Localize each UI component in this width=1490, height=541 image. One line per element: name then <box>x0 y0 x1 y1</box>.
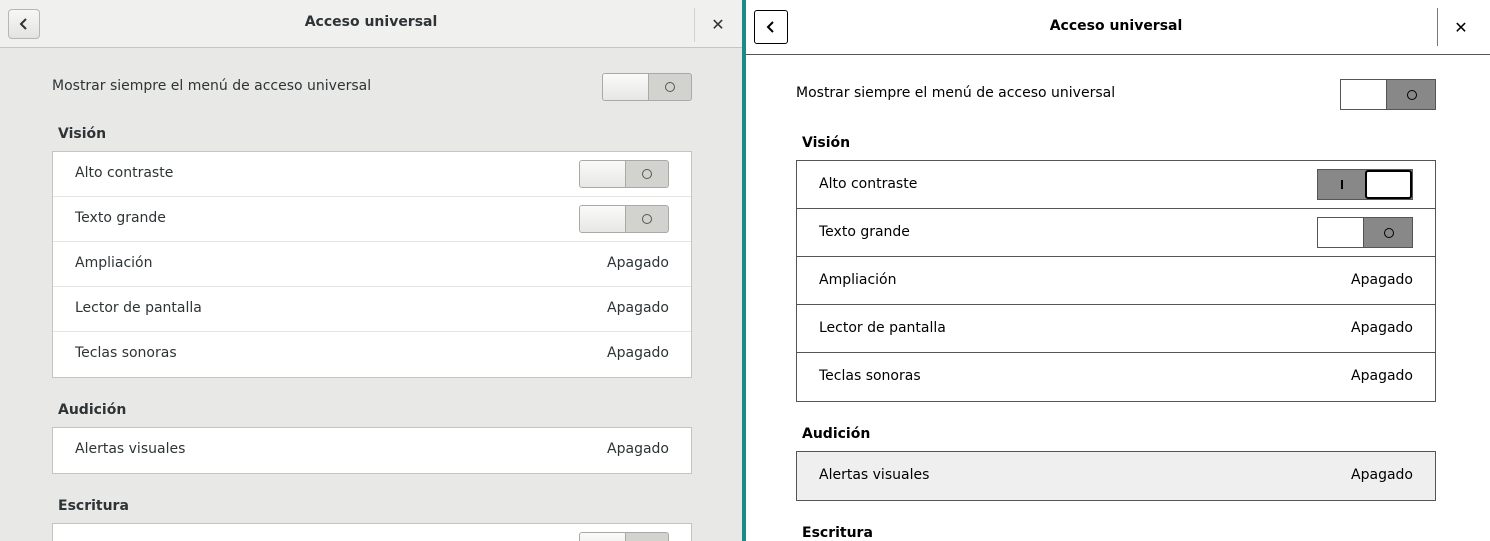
row-label: Alto contraste <box>75 165 174 181</box>
switch-knob <box>1341 80 1387 109</box>
settings-window-left: Acceso universal ✕ Mostrar siempre el me… <box>0 0 742 541</box>
list-item-high-contrast[interactable]: Alto contraste <box>53 152 691 197</box>
row-label: Teclas sonoras <box>819 368 921 384</box>
list-item-large-text[interactable]: Texto grande <box>797 209 1435 257</box>
window-title: Acceso universal <box>304 14 438 30</box>
always-show-menu-switch[interactable] <box>1340 79 1436 110</box>
header-separator <box>1437 8 1438 46</box>
vision-list: Alto contraste Texto grande Ampliación A… <box>52 151 692 378</box>
switch-off-icon <box>642 214 652 224</box>
row-status: Apagado <box>1351 467 1413 483</box>
section-heading-typing: Escritura <box>802 525 873 541</box>
row-status: Apagado <box>607 300 669 316</box>
list-item-zoom[interactable]: Ampliación Apagado <box>797 257 1435 305</box>
switch-on-icon <box>1341 180 1343 189</box>
close-icon: ✕ <box>1454 17 1468 37</box>
window-title: Acceso universal <box>1049 18 1183 34</box>
section-heading-hearing: Audición <box>802 426 871 442</box>
row-label: Texto grande <box>819 224 910 240</box>
large-text-switch[interactable] <box>1317 217 1413 248</box>
close-button[interactable]: ✕ <box>704 12 732 36</box>
hearing-list: Alertas visuales Apagado <box>796 451 1436 501</box>
switch-off-icon <box>642 169 652 179</box>
switch-knob <box>580 161 626 187</box>
switch-off-icon <box>1407 90 1417 100</box>
row-status: Apagado <box>1351 272 1413 288</box>
switch-knob <box>603 74 649 100</box>
list-item-high-contrast[interactable]: Alto contraste <box>797 161 1435 209</box>
row-label: Ampliación <box>75 255 153 271</box>
row-label: Ampliación <box>819 272 897 288</box>
switch-knob <box>580 206 626 232</box>
row-label: Lector de pantalla <box>75 300 202 316</box>
row-status: Apagado <box>1351 368 1413 384</box>
switch-off-icon <box>665 82 675 92</box>
large-text-switch[interactable] <box>579 205 669 233</box>
row-status: Apagado <box>607 345 669 361</box>
row-label: Alertas visuales <box>75 441 186 457</box>
header-bar: Acceso universal ✕ <box>746 0 1490 55</box>
row-status: Apagado <box>1351 320 1413 336</box>
section-heading-hearing: Audición <box>58 402 127 418</box>
close-button[interactable]: ✕ <box>1446 14 1476 40</box>
switch-knob <box>580 533 626 541</box>
switch-knob <box>1318 218 1364 247</box>
row-label: Alto contraste <box>819 176 918 192</box>
switch-off-icon <box>1384 228 1394 238</box>
section-heading-vision: Visión <box>802 135 851 151</box>
high-contrast-switch[interactable] <box>579 160 669 188</box>
hearing-list: Alertas visuales Apagado <box>52 427 692 474</box>
row-status: Apagado <box>607 255 669 271</box>
list-item-large-text[interactable]: Texto grande <box>53 197 691 242</box>
list-item-zoom[interactable]: Ampliación Apagado <box>53 242 691 287</box>
typing-list <box>52 523 692 541</box>
list-item-screen-reader[interactable]: Lector de pantalla Apagado <box>53 287 691 332</box>
high-contrast-switch[interactable] <box>1317 169 1413 200</box>
vision-list: Alto contraste Texto grande Ampliación A… <box>796 160 1436 402</box>
row-label: Alertas visuales <box>819 467 930 483</box>
switch-knob <box>1365 170 1412 199</box>
row-status: Apagado <box>607 441 669 457</box>
list-item-screen-reader[interactable]: Lector de pantalla Apagado <box>797 305 1435 353</box>
header-bar: Acceso universal ✕ <box>0 0 742 48</box>
header-separator <box>694 8 695 42</box>
row-label: Lector de pantalla <box>819 320 946 336</box>
always-show-menu-label: Mostrar siempre el menú de acceso univer… <box>52 78 372 94</box>
list-item-visual-alerts[interactable]: Alertas visuales Apagado <box>797 452 1435 500</box>
close-icon: ✕ <box>711 14 725 34</box>
settings-window-right: Acceso universal ✕ Mostrar siempre el me… <box>746 0 1490 541</box>
always-show-menu-label: Mostrar siempre el menú de acceso univer… <box>796 85 1116 101</box>
typing-switch[interactable] <box>579 532 669 541</box>
section-heading-vision: Visión <box>58 126 107 142</box>
list-item-visual-alerts[interactable]: Alertas visuales Apagado <box>53 428 691 473</box>
section-heading-typing: Escritura <box>58 498 129 514</box>
list-item-sound-keys[interactable]: Teclas sonoras Apagado <box>797 353 1435 401</box>
row-label: Teclas sonoras <box>75 345 177 361</box>
list-item-sound-keys[interactable]: Teclas sonoras Apagado <box>53 332 691 377</box>
row-label: Texto grande <box>75 210 166 226</box>
always-show-menu-switch[interactable] <box>602 73 692 101</box>
